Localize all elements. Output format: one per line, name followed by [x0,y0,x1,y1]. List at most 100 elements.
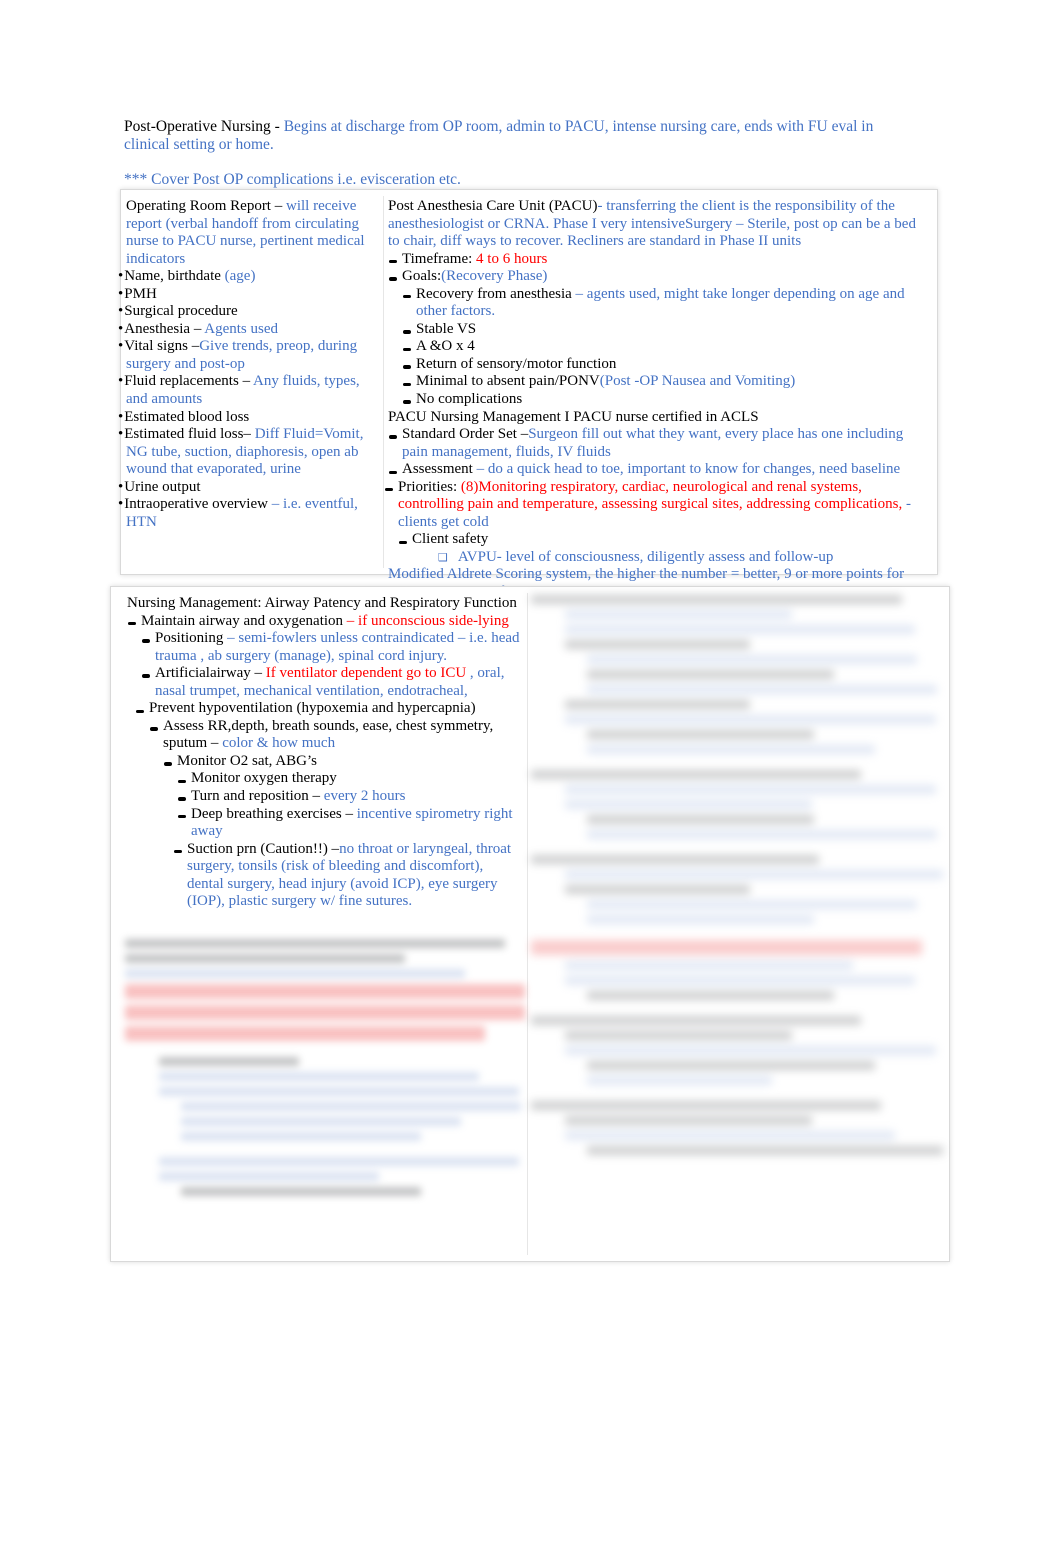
obscured-line [125,1005,525,1020]
obscured-line [565,870,943,879]
obscured-line [587,655,917,664]
list-item: No complications [402,391,931,409]
list-item: Stable VS [402,321,931,339]
list-item: Standard Order Set –Surgeon fill out wha… [388,426,931,461]
nursing-management-heading: Nursing Management: Airway Patency and R… [127,595,517,611]
obscured-line [565,625,916,634]
pacu-section: Post Anesthesia Care Unit (PACU)- transf… [385,190,937,602]
list-item: Estimated fluid loss– Diff Fluid=Vomit, … [124,426,381,479]
list-item: A &O x 4 [402,338,931,356]
hypoventilation-sublist: Assess RR,depth, breath sounds, ease, ch… [149,718,523,911]
obscured-line [565,700,751,709]
list-item-maintain-airway: Maintain airway and oxygenation – if unc… [127,613,523,701]
nursing-management-section: Nursing Management: Airway Patency and R… [125,587,525,911]
obscured-line [159,1157,519,1166]
pacu-goals-list: Timeframe: 4 to 6 hours Goals:(Recovery … [388,251,931,409]
obscured-line [565,800,813,809]
list-item-suction: Suction prn (Caution!!) –no throat or la… [173,841,523,911]
pacu-heading-label: Post Anesthesia Care Unit (PACU) [388,198,598,214]
obscured-line [587,730,814,739]
list-item-client-safety: Client safety [398,531,931,549]
prevent-hypoventilation-list: Prevent hypoventilation (hypoxemia and h… [135,700,523,911]
obscured-line [587,670,835,679]
nursing-management-list: Maintain airway and oxygenation – if unc… [127,613,523,701]
list-item: Assessment – do a quick head to toe, imp… [388,461,931,479]
list-item: Surgical procedure [124,303,381,321]
pacu-avpu-line: ❑ AVPU- level of consciousness, diligentl… [438,548,834,565]
bottom-box-divider [527,593,528,1255]
list-item: PMH [124,286,381,304]
list-item-priorities: Priorities: (8)Monitoring respiratory, c… [384,479,931,549]
list-item: Fluid replacements – Any fluids, types, … [124,373,381,408]
pacu-priorities-list: Priorities: (8)Monitoring respiratory, c… [384,479,931,549]
list-item-assess-rr: Assess RR,depth, breath sounds, ease, ch… [149,718,523,911]
obscured-line [587,991,835,1000]
obscured-line [159,1172,379,1181]
monitor-sublist: Monitor O2 sat, ABG’s Monitor oxygen the… [163,753,523,911]
operating-room-report-section: Operating Room Report – will receive rep… [123,190,385,531]
list-item: Recovery from anesthesia – agents used, … [402,286,931,321]
empty-square-icon: ❑ [438,550,448,564]
obscured-line [125,969,465,978]
obscured-line [531,595,902,604]
monitor-actions-list: Monitor oxygen therapy Turn and repositi… [174,770,523,910]
page-title: Post-Operative Nursing - [124,118,284,135]
list-item: Name, birthdate (age) [124,268,381,286]
obscured-line [565,961,854,970]
obscured-line [565,1116,813,1125]
obscured-line [587,900,917,909]
obscured-line [587,1146,943,1155]
pacu-management-heading: PACU Nursing Management I PACU nurse cer… [388,408,759,425]
obscured-line [565,1046,936,1055]
obscured-line [531,770,861,779]
left-lower-obscured-region [125,939,525,1249]
airway-sublist: Positioning – semi-fowlers unless contra… [141,630,523,700]
obscured-line [587,745,876,754]
list-item: Return of sensory/motor function [402,356,931,374]
obscured-line [125,984,525,999]
list-item-artificial-airway: Artificialairway – If ventilator depende… [141,665,523,700]
obscured-line [181,1117,461,1126]
list-item: Minimal to absent pain/PONV(Post -OP Nau… [402,373,931,391]
pacu-management-list: Standard Order Set –Surgeon fill out wha… [388,426,931,479]
obscured-line [565,640,751,649]
obscured-line [587,830,938,839]
right-column-obscured-region [531,595,943,1245]
obscured-line [565,785,936,794]
obscured-line [159,1057,299,1066]
obscured-line [531,1016,861,1025]
obscured-line [587,1076,773,1085]
obscured-line [565,715,936,724]
or-report-heading-label: Operating Room Report – [126,198,286,214]
pacu-goals-sublist: Recovery from anesthesia – agents used, … [402,286,931,409]
list-item-prevent-hypoventilation: Prevent hypoventilation (hypoxemia and h… [135,700,523,911]
list-item: Vital signs –Give trends, preop, during … [124,338,381,373]
obscured-line [125,954,405,963]
list-item: Intraoperative overview – i.e. eventful,… [124,496,381,531]
list-item-timeframe: Timeframe: 4 to 6 hours [388,251,931,269]
obscured-line [565,976,916,985]
or-report-list: Name, birthdate (age) PMH Surgical proce… [124,268,381,531]
top-content-box: Operating Room Report – will receive rep… [120,189,938,600]
obscured-line [565,885,751,894]
obscured-line [565,1031,792,1040]
list-item-turn-reposition: Turn and reposition – every 2 hours [177,788,523,806]
list-item: Estimated blood loss [124,409,381,427]
obscured-line [587,685,938,694]
obscured-line [565,610,792,619]
obscured-line [125,939,505,948]
obscured-line [531,1101,882,1110]
obscured-line [565,1131,895,1140]
list-item-deep-breathing: Deep breathing exercises – incentive spi… [177,806,523,841]
list-item-positioning: Positioning – semi-fowlers unless contra… [141,630,523,665]
obscured-line [181,1132,421,1141]
obscured-line [181,1102,521,1111]
document-title-line: Post-Operative Nursing - Begins at disch… [124,118,919,155]
obscured-line [531,855,820,864]
obscured-line [531,940,923,955]
obscured-line [587,1061,876,1070]
list-item-monitor-oxygen: Monitor oxygen therapy [177,770,523,788]
obscured-line [587,915,814,924]
document-page: Post-Operative Nursing - Begins at disch… [0,0,1062,1561]
pacu-client-safety-list: Client safety [398,531,931,549]
